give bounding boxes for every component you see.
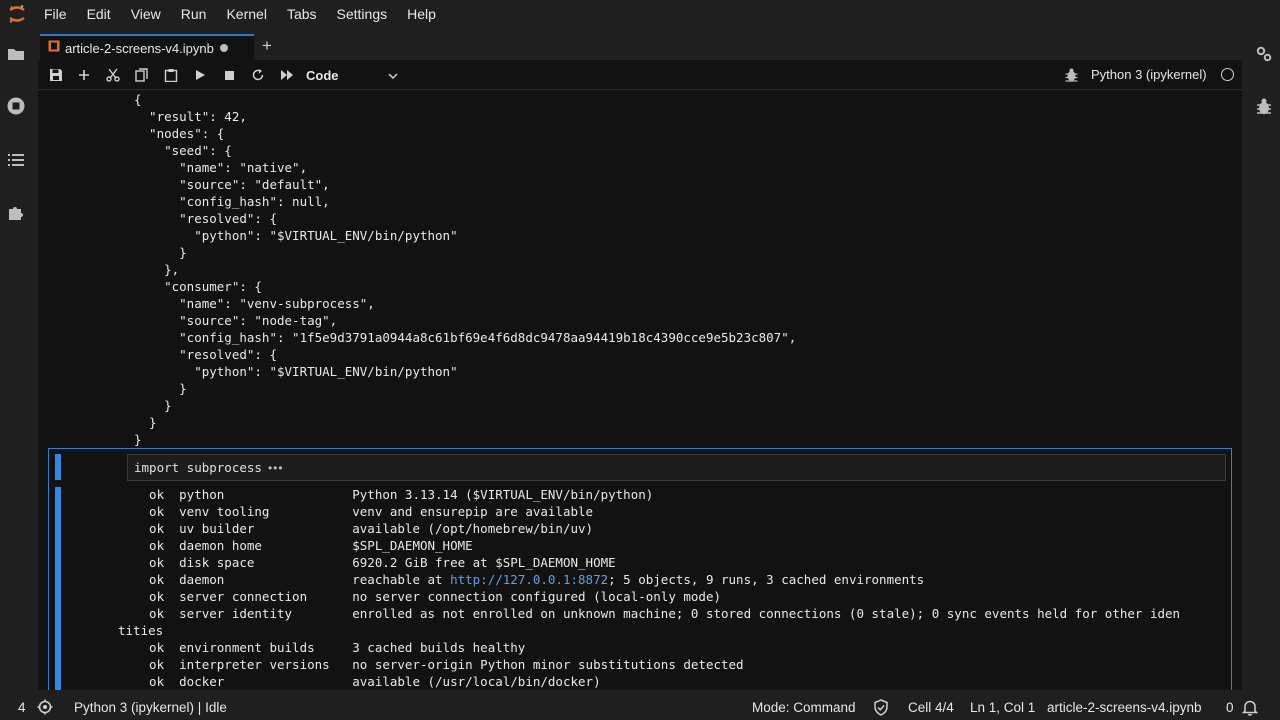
notebook-toolbar: Code Python 3 (ipykernel) — [38, 60, 1242, 90]
chevron-down-icon — [388, 66, 398, 84]
output-line: "result": 42, — [134, 109, 247, 124]
output-line: ok daemon home $SPL_DAEMON_HOME — [134, 538, 473, 553]
output-line-daemon: ok daemon reachable at http://127.0.0.1:… — [134, 571, 1180, 588]
active-code-cell[interactable]: import subprocess ••• ok python Python 3… — [48, 448, 1232, 690]
output-line: "seed": { — [134, 143, 232, 158]
collapsed-input-ellipsis[interactable]: ••• — [268, 461, 284, 475]
menu-kernel[interactable]: Kernel — [216, 0, 276, 28]
output-line: ok interpreter versions no server-origin… — [134, 657, 744, 672]
output-line: "nodes": { — [134, 126, 225, 141]
left-sidebar — [0, 28, 32, 694]
save-icon[interactable] — [47, 66, 65, 84]
list-icon[interactable] — [6, 150, 26, 170]
output-collapser[interactable] — [55, 487, 61, 690]
menu-settings[interactable]: Settings — [327, 0, 398, 28]
output-line: "name": "native", — [134, 160, 308, 175]
menu-tabs[interactable]: Tabs — [277, 0, 327, 28]
tab-bar: article-2-screens-v4.ipynb + — [38, 32, 1242, 60]
restart-icon[interactable] — [249, 66, 267, 84]
output-line: ok disk space 6920.2 GiB free at $SPL_DA… — [134, 555, 616, 570]
kernel-idle-status-icon — [1221, 68, 1234, 81]
notification-count[interactable]: 0 — [1226, 700, 1234, 715]
output-line: { — [134, 92, 142, 107]
fast-forward-icon[interactable] — [278, 66, 296, 84]
output-line: ok environment builds 3 cached builds he… — [134, 640, 526, 655]
insert-cell-icon[interactable] — [75, 66, 93, 84]
gear-icon[interactable] — [1254, 44, 1274, 64]
tab-label: article-2-screens-v4.ipynb — [65, 40, 214, 56]
output-line: ok uv builder available (/opt/homebrew/b… — [134, 521, 594, 536]
previous-cell-output: { "result": 42, "nodes": { "seed": { "na… — [134, 91, 796, 448]
file-name: article-2-screens-v4.ipynb — [1047, 700, 1202, 715]
folder-icon[interactable] — [6, 44, 26, 64]
mode-indicator[interactable]: Mode: Command — [752, 700, 856, 715]
output-line: ok server connection no server connectio… — [134, 589, 721, 604]
output-line: } — [134, 381, 187, 396]
menubar: File Edit View Run Kernel Tabs Settings … — [0, 0, 1280, 28]
unsaved-dot-icon[interactable] — [219, 44, 228, 52]
input-collapser[interactable] — [55, 454, 61, 480]
daemon-line-prefix: ok daemon reachable at — [134, 572, 451, 587]
output-line: }, — [134, 262, 180, 277]
menu-view[interactable]: View — [121, 0, 171, 28]
right-sidebar — [1248, 28, 1280, 694]
cell-position[interactable]: Cell 4/4 — [908, 700, 954, 715]
menu-edit[interactable]: Edit — [77, 0, 121, 28]
debugger-bug-icon[interactable] — [1062, 66, 1080, 84]
output-line: "source": "node-tag", — [134, 313, 338, 328]
output-line: "consumer": { — [134, 279, 262, 294]
cell-output: ok python Python 3.13.14 ($VIRTUAL_ENV/b… — [118, 486, 1181, 690]
run-icon[interactable] — [191, 66, 209, 84]
output-line: } — [134, 398, 172, 413]
output-line: } — [134, 432, 142, 447]
output-line: "config_hash": null, — [134, 194, 330, 209]
copy-icon[interactable] — [133, 66, 151, 84]
menu-help[interactable]: Help — [397, 0, 446, 28]
output-line: } — [134, 245, 187, 260]
shield-check-icon[interactable] — [873, 699, 889, 719]
stop-icon[interactable] — [220, 66, 238, 84]
menu-file[interactable]: File — [34, 0, 77, 28]
output-line: "python": "$VIRTUAL_ENV/bin/python" — [134, 364, 458, 379]
cell-type-label: Code — [306, 67, 339, 83]
status-bar: 4 Python 3 (ipykernel) | Idle Mode: Comm… — [0, 696, 1280, 720]
tab-notebook[interactable]: article-2-screens-v4.ipynb — [40, 34, 254, 60]
output-line: ok server identity enrolled as not enrol… — [134, 606, 1181, 621]
cell-input-code: import subprocess — [134, 460, 262, 475]
output-line: "source": "default", — [134, 177, 330, 192]
output-line: "resolved": { — [134, 347, 277, 362]
notebook-content[interactable]: { "result": 42, "nodes": { "seed": { "na… — [38, 91, 1242, 690]
paste-icon[interactable] — [162, 66, 180, 84]
notebook-panel: article-2-screens-v4.ipynb + Code Python… — [38, 32, 1242, 690]
output-line: "name": "venv-subprocess", — [134, 296, 375, 311]
output-line: "python": "$VIRTUAL_ENV/bin/python" — [134, 228, 458, 243]
cursor-position[interactable]: Ln 1, Col 1 — [970, 700, 1035, 715]
terminal-count[interactable]: 4 — [18, 700, 26, 715]
output-line: "config_hash": "1f5e9d3791a0944a8c61bf69… — [134, 330, 797, 345]
cut-icon[interactable] — [104, 66, 122, 84]
output-line: ok python Python 3.13.14 ($VIRTUAL_ENV/b… — [134, 487, 654, 502]
output-line: ok venv tooling venv and ensurepip are a… — [134, 504, 594, 519]
jupyter-logo-icon[interactable] — [0, 0, 34, 28]
bug-icon[interactable] — [1254, 97, 1274, 117]
menu-run[interactable]: Run — [171, 0, 217, 28]
daemon-url-link[interactable]: http://127.0.0.1:8872 — [450, 572, 608, 587]
daemon-line-suffix: ; 5 objects, 9 runs, 3 cached environmen… — [608, 572, 925, 587]
output-line: } — [134, 415, 157, 430]
puzzle-icon[interactable] — [6, 203, 26, 223]
output-line: tities — [118, 623, 164, 638]
notebook-icon — [48, 39, 60, 57]
kernel-name-button[interactable]: Python 3 (ipykernel) — [1091, 67, 1207, 82]
stop-circle-icon[interactable] — [6, 96, 26, 116]
cell-input-editor[interactable]: import subprocess ••• — [127, 454, 1226, 481]
output-line: "resolved": { — [134, 211, 277, 226]
kernel-gear-icon[interactable] — [37, 699, 53, 718]
cell-type-dropdown[interactable]: Code — [306, 66, 398, 84]
bell-icon[interactable] — [1241, 699, 1259, 719]
kernel-status-text[interactable]: Python 3 (ipykernel) | Idle — [74, 700, 227, 715]
add-tab-button[interactable]: + — [256, 35, 278, 57]
output-line: ok docker available (/usr/local/bin/dock… — [134, 674, 601, 689]
